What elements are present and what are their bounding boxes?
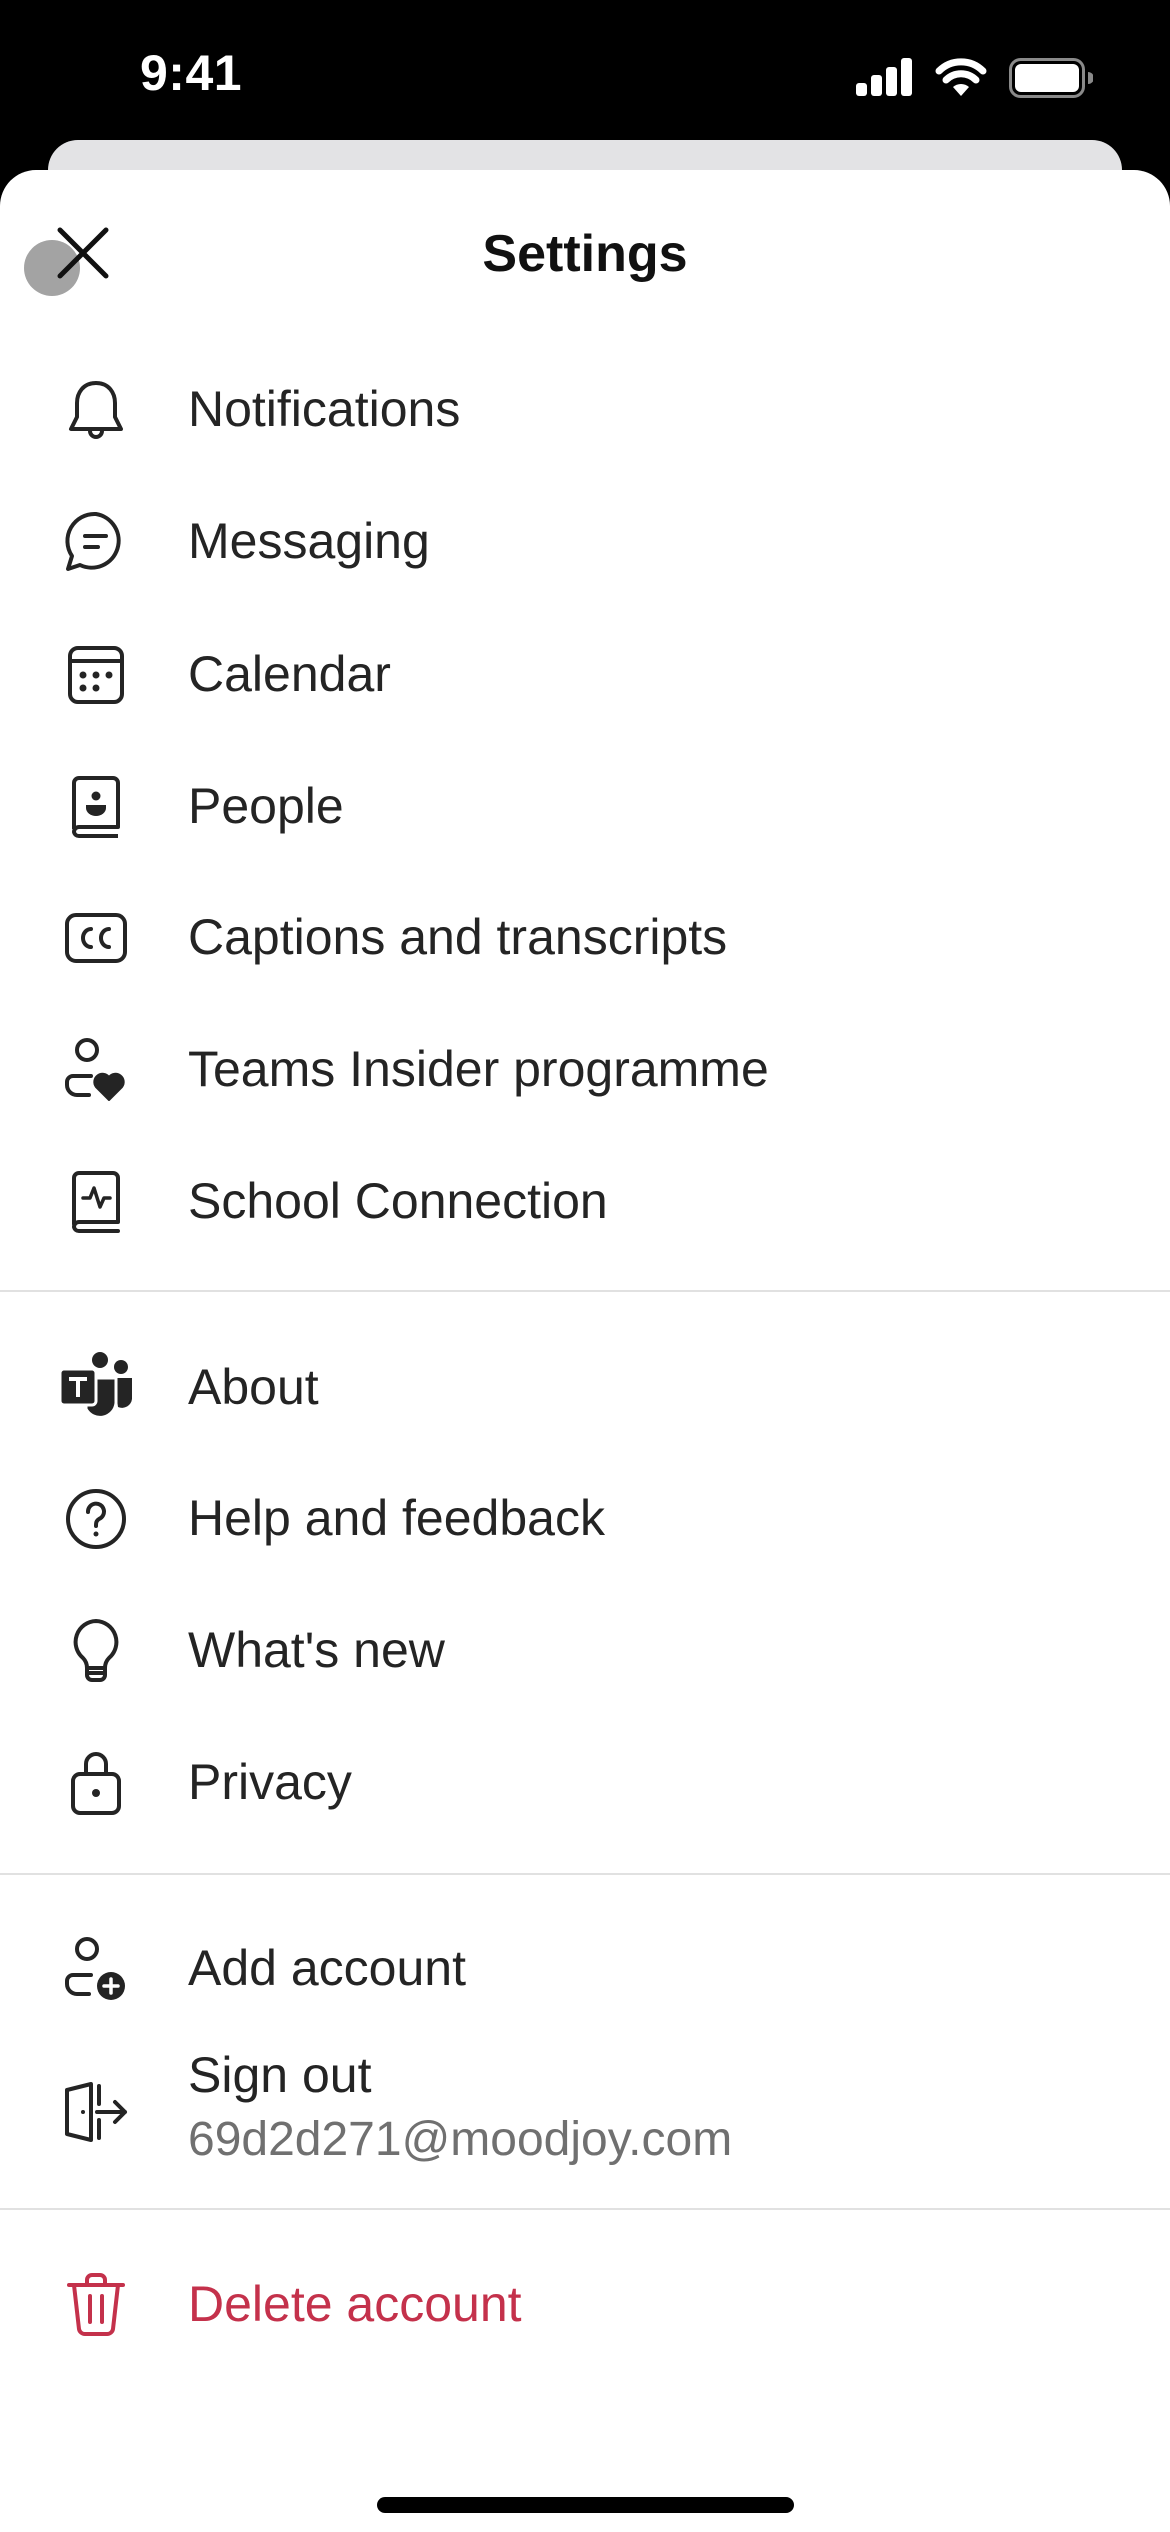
settings-item-label: Teams Insider programme: [188, 1041, 769, 1097]
settings-item-label: Delete account: [188, 2276, 522, 2332]
status-bar: 9:41: [0, 0, 1170, 140]
settings-item-label: About: [188, 1359, 319, 1415]
settings-item-label: Notifications: [188, 381, 461, 437]
settings-item-calendar[interactable]: Calendar: [0, 609, 1170, 741]
trash-icon: [56, 2265, 136, 2345]
chat-bubble-icon: [56, 502, 136, 582]
settings-item-insider[interactable]: Teams Insider programme: [0, 1004, 1170, 1136]
calendar-icon: [56, 635, 136, 715]
battery-icon: [1009, 58, 1093, 98]
settings-item-label: Privacy: [188, 1754, 352, 1810]
lightbulb-icon: [56, 1611, 136, 1691]
section-divider: [0, 2208, 1170, 2210]
settings-item-label: Help and feedback: [188, 1490, 605, 1546]
settings-item-about[interactable]: About: [0, 1322, 1170, 1454]
settings-item-people[interactable]: People: [0, 741, 1170, 873]
bell-icon: [56, 370, 136, 450]
settings-item-notifications[interactable]: Notifications: [0, 344, 1170, 476]
person-heart-icon: [56, 1030, 136, 1110]
section-divider: [0, 1873, 1170, 1875]
lock-icon: [56, 1743, 136, 1823]
cellular-signal-icon: [856, 58, 912, 96]
contact-book-icon: [56, 767, 136, 847]
settings-item-label: What's new: [188, 1622, 445, 1678]
settings-item-whats-new[interactable]: What's new: [0, 1585, 1170, 1717]
settings-item-messaging[interactable]: Messaging: [0, 476, 1170, 608]
settings-item-sign-out[interactable]: Sign out 69d2d271@moodjoy.com: [0, 2040, 1170, 2180]
settings-item-label: Captions and transcripts: [188, 909, 728, 965]
settings-item-captions[interactable]: Captions and transcripts: [0, 872, 1170, 1004]
question-circle-icon: [56, 1479, 136, 1559]
closed-captions-icon: [56, 898, 136, 978]
teams-logo-icon: [56, 1348, 136, 1428]
wifi-icon: [935, 58, 987, 96]
status-time: 9:41: [140, 45, 243, 101]
settings-item-label: School Connection: [188, 1173, 608, 1229]
sign-out-door-icon: [56, 2072, 136, 2152]
settings-item-label: Messaging: [188, 513, 430, 569]
settings-item-label: People: [188, 778, 344, 834]
settings-item-label: Calendar: [188, 646, 391, 702]
home-indicator[interactable]: [377, 2497, 794, 2513]
settings-item-add-account[interactable]: Add account: [0, 1903, 1170, 2035]
page-title: Settings: [482, 225, 688, 283]
person-add-icon: [56, 1929, 136, 2009]
settings-item-label: Add account: [188, 1940, 466, 1996]
settings-item-school-connection[interactable]: School Connection: [0, 1136, 1170, 1268]
settings-item-label: Sign out: [188, 2047, 372, 2103]
settings-item-privacy[interactable]: Privacy: [0, 1717, 1170, 1849]
account-email: 69d2d271@moodjoy.com: [188, 2113, 733, 2166]
settings-item-help[interactable]: Help and feedback: [0, 1453, 1170, 1585]
book-pulse-icon: [56, 1162, 136, 1242]
settings-item-delete-account[interactable]: Delete account: [0, 2239, 1170, 2371]
section-divider: [0, 1290, 1170, 1292]
